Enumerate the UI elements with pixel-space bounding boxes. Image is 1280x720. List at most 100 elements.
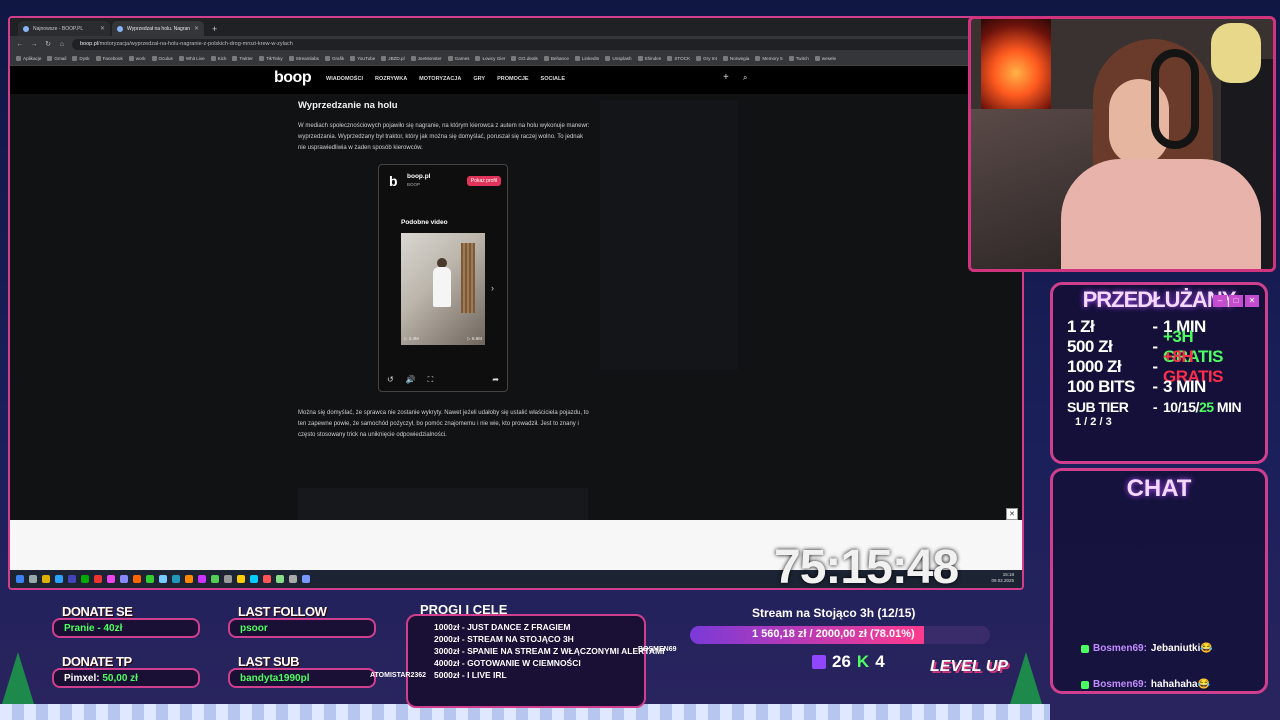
bookmark-item[interactable]: Unsplash	[605, 56, 632, 61]
bookmark-item[interactable]: wesele	[814, 56, 836, 61]
close-tab-icon[interactable]: ✕	[100, 25, 105, 32]
bookmark-item[interactable]: GG.deals	[511, 56, 538, 61]
menu-item-promocje[interactable]: PROMOCJE	[497, 76, 528, 82]
tiktok-embed[interactable]: b boop.pl BOOP Pokaż profil Podobne vide…	[378, 164, 508, 392]
menu-item-motoryzacja[interactable]: MOTORYZACJA	[419, 76, 461, 82]
bookmark-icon	[475, 56, 481, 61]
bookmark-item[interactable]: Whit Live	[178, 56, 205, 61]
stream-goal-title: Stream na Stojąco 3h (12/15)	[752, 606, 916, 620]
tab-najnowsze[interactable]: Najnowsze - BOOP.PL ✕	[18, 21, 110, 36]
goal-item: 3000zł - SPANIE NA STREAM Z WŁĄCZONYMI A…	[434, 646, 665, 656]
taskbar-app-icon[interactable]	[276, 575, 284, 583]
bookmark-icon	[324, 56, 330, 61]
url-field[interactable]: boop.pl/motoryzacja/wyprzedzal-na-holu-n…	[72, 38, 988, 50]
fullscreen-icon[interactable]: ⛶	[428, 375, 434, 385]
taskbar-app-icon[interactable]	[224, 575, 232, 583]
taskbar-app-icon[interactable]	[42, 575, 50, 583]
bookmark-item[interactable]: Twitter	[232, 56, 253, 61]
taskbar-app-icon[interactable]	[133, 575, 141, 583]
home-icon[interactable]: ⌂	[58, 41, 66, 48]
donate-se-label: DONATE SE	[62, 604, 133, 619]
share-icon[interactable]: ➦	[492, 375, 499, 385]
kick-viewers: 4	[875, 652, 885, 671]
taskbar-app-icon[interactable]	[107, 575, 115, 583]
taskbar-app-icon[interactable]	[211, 575, 219, 583]
menu-item-wiadomosci[interactable]: WIADOMOŚCI	[326, 76, 363, 82]
taskbar-app-icon[interactable]	[68, 575, 76, 583]
bookmark-item[interactable]: Grafik	[324, 56, 345, 61]
viewer-counts: 26 K 4	[812, 652, 885, 672]
close-ad-icon[interactable]: ✕	[1006, 508, 1018, 520]
bookmark-item[interactable]: YouTube	[350, 56, 375, 61]
rate-row: SUB TIER -10/15/25 MIN	[1067, 399, 1242, 415]
bookmark-item[interactable]: Memory 5	[755, 56, 783, 61]
show-profile-button[interactable]: Pokaż profil	[466, 176, 501, 186]
bookmark-item[interactable]: Shinden	[637, 56, 661, 61]
bookmark-item[interactable]: LinkedIn	[574, 56, 599, 61]
bookmark-item[interactable]: Kick	[210, 56, 227, 61]
bookmark-label: Kick	[217, 56, 227, 61]
tab-label: Najnowsze - BOOP.PL	[33, 25, 84, 32]
article-heading: Wyprzedzanie na holu	[298, 100, 398, 111]
plus-icon[interactable]: +	[723, 72, 729, 83]
bookmark-item[interactable]: Norwegia	[722, 56, 749, 61]
taskbar-app-icon[interactable]	[263, 575, 271, 583]
bookmark-item[interactable]: Aplikacje	[16, 56, 41, 61]
bookmark-item[interactable]: Gmail	[47, 56, 66, 61]
taskbar-app-icon[interactable]	[250, 575, 258, 583]
next-arrow-icon[interactable]: ›	[491, 283, 494, 293]
embed-account[interactable]: boop.pl	[407, 173, 430, 180]
bookmark-icon	[696, 56, 702, 61]
bookmark-item[interactable]: STOCK	[667, 56, 690, 61]
bookmark-icon	[722, 56, 728, 61]
taskbar-app-icon[interactable]	[289, 575, 297, 583]
taskbar-app-icon[interactable]	[16, 575, 24, 583]
taskbar-app-icon[interactable]	[185, 575, 193, 583]
taskbar-app-icon[interactable]	[81, 575, 89, 583]
taskbar-app-icon[interactable]	[94, 575, 102, 583]
taskbar-app-icon[interactable]	[55, 575, 63, 583]
bookmark-icon	[447, 56, 453, 61]
forward-icon[interactable]: →	[30, 41, 38, 48]
taskbar-app-icon[interactable]	[29, 575, 37, 583]
bookmark-item[interactable]: JBZD.pl	[381, 56, 405, 61]
bookmark-item[interactable]: Behance	[543, 56, 569, 61]
bookmark-item[interactable]: Streamlabs	[288, 56, 319, 61]
close-tab-icon[interactable]: ✕	[194, 25, 199, 32]
new-tab-icon[interactable]: +	[206, 24, 223, 36]
menu-item-sociale[interactable]: SOCIALE	[541, 76, 565, 82]
bookmark-item[interactable]: TikTinky	[258, 56, 283, 61]
taskbar-app-icon[interactable]	[159, 575, 167, 583]
bookmark-item[interactable]: JoeMonster	[410, 56, 442, 61]
tab-article[interactable]: Wyprzedzał na holu. Nagranie ✕	[112, 21, 204, 36]
bookmark-item[interactable]: Gry Int	[696, 56, 717, 61]
back-icon[interactable]: ←	[16, 41, 24, 48]
bookmark-item[interactable]: Oculus	[151, 56, 173, 61]
taskbar-app-icon[interactable]	[172, 575, 180, 583]
menu-item-gry[interactable]: GRY	[473, 76, 485, 82]
video-thumbnail[interactable]: ▷ 2.4M ▷ 6.6M	[401, 233, 485, 345]
replay-icon[interactable]: ↺	[387, 375, 394, 385]
donate-tp-label: DONATE TP	[62, 654, 132, 669]
taskbar-app-icon[interactable]	[302, 575, 310, 583]
bookmark-item[interactable]: Dysk	[72, 56, 90, 61]
bookmark-item[interactable]: work	[128, 56, 146, 61]
bookmark-label: Grafik	[331, 56, 345, 61]
volume-icon[interactable]: 🔊	[406, 375, 416, 385]
bookmark-item[interactable]: Facebook	[95, 56, 123, 61]
menu-item-rozrywka[interactable]: ROZRYWKA	[375, 76, 407, 82]
taskbar-app-icon[interactable]	[120, 575, 128, 583]
site-logo[interactable]: boop	[274, 69, 312, 87]
taskbar-clock[interactable]: 15:18 09.02.2025	[991, 572, 1014, 584]
goal-item: 1000zł - JUST DANCE Z FRAGIEM	[434, 622, 571, 632]
search-icon[interactable]: ⌕	[743, 73, 747, 83]
favicon-icon	[23, 25, 29, 32]
bookmark-item[interactable]: Łowcy Gier	[475, 56, 505, 61]
bookmark-item[interactable]: Games	[447, 56, 469, 61]
reload-icon[interactable]: ↻	[44, 40, 52, 48]
taskbar-app-icon[interactable]	[237, 575, 245, 583]
article: Wyprzedzanie na holu W mediach społeczno…	[298, 100, 590, 520]
bookmark-item[interactable]: Twitch	[788, 56, 809, 61]
taskbar-app-icon[interactable]	[146, 575, 154, 583]
taskbar-app-icon[interactable]	[198, 575, 206, 583]
